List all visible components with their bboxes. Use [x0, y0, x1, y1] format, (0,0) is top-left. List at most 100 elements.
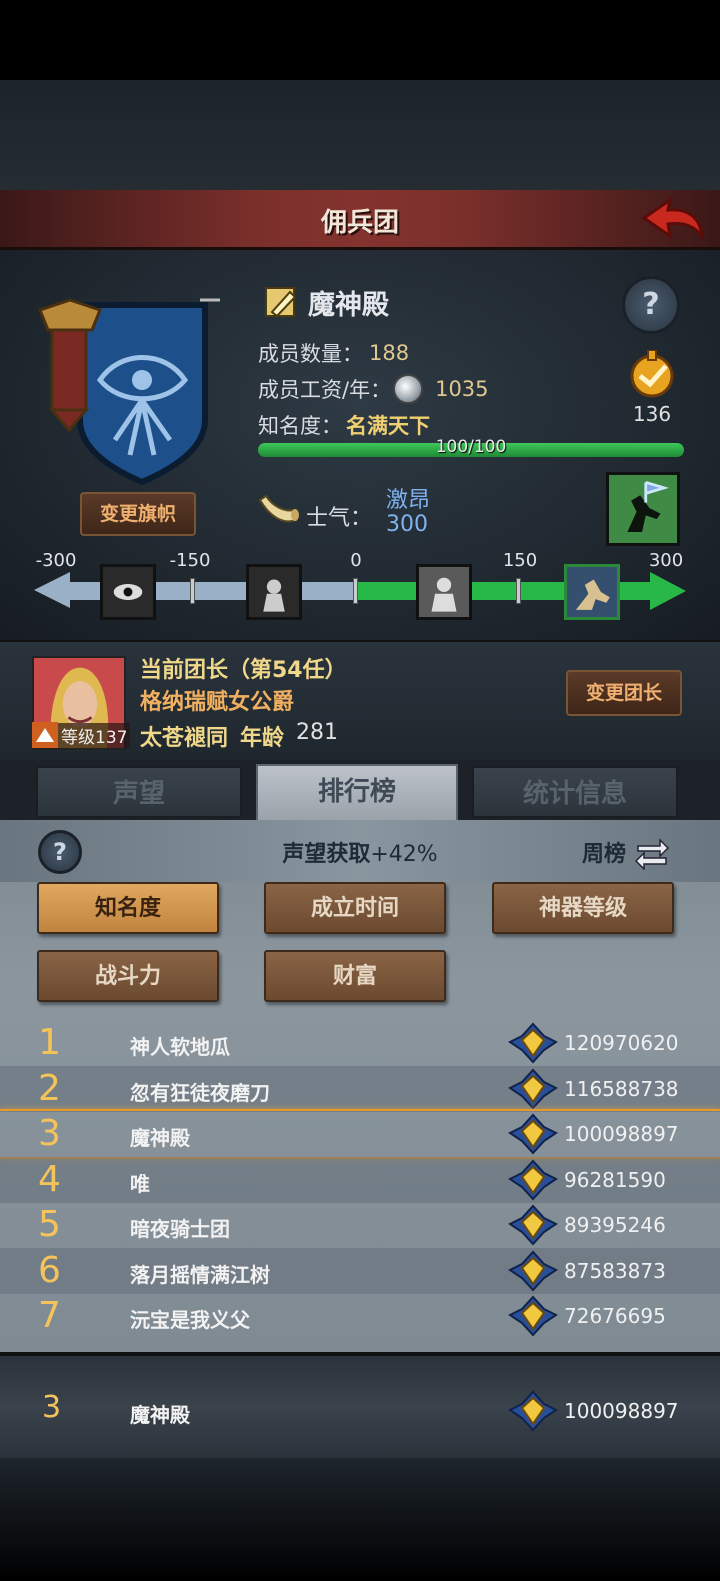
wage-value: 1035: [435, 377, 489, 401]
guild-name-row: 魔神殿: [262, 280, 389, 324]
leader-level: 等级137: [58, 722, 131, 748]
scale-label: 300: [648, 550, 684, 571]
change-flag-button[interactable]: 变更旗帜: [80, 492, 196, 536]
member-count-value: 188: [369, 341, 410, 365]
ranking-info-row: ? 声望获取+42% 周榜: [0, 820, 720, 882]
swap-arrows-icon: [634, 838, 670, 870]
leader-age: 281: [296, 720, 339, 745]
morale-calm-icon[interactable]: [416, 564, 472, 620]
wage-label: 成员工资/年：: [258, 378, 392, 402]
guild-name-cell: 落月摇情满江树: [130, 1262, 270, 1287]
reputation-gain-pct: +42%: [370, 842, 438, 867]
leader-age-label: 年龄: [240, 726, 285, 751]
question-mark-icon: ?: [642, 287, 660, 322]
fame-badge-icon: [508, 1113, 558, 1155]
category-artifact-level-button[interactable]: 神器等级: [492, 882, 674, 934]
rank-number: 2: [38, 1067, 61, 1109]
score-cell: 96281590: [564, 1167, 666, 1192]
fame-level: 名满天下: [346, 414, 430, 438]
leader-title: 当前团长（第54任）: [140, 658, 347, 683]
morale-row: 士气： 激昂 300: [256, 472, 680, 546]
table-row[interactable]: 5 暗夜骑士团 89395246: [0, 1202, 720, 1248]
fame-row: 知名度： 名满天下: [258, 410, 430, 440]
fame-badge-icon: [508, 1204, 558, 1246]
fame-badge-icon: [508, 1250, 558, 1291]
horn-icon: [258, 494, 299, 523]
rank-number: 4: [38, 1158, 61, 1200]
table-row[interactable]: 1 神人软地瓜 120970620: [0, 1020, 720, 1066]
leader-panel: 等级137 当前团长（第54任） 格纳瑞赋女公爵 太苍褪同 年龄 281 变更团…: [0, 640, 720, 760]
edit-name-icon[interactable]: [262, 282, 302, 322]
morale-excited-icon[interactable]: [564, 564, 620, 620]
my-rank-strip: 3 魔神殿 100098897: [0, 1352, 720, 1458]
guild-name: 魔神殿: [308, 289, 389, 321]
fame-progress-text: 100/100: [435, 437, 507, 457]
morale-value: 300: [386, 512, 428, 537]
scale-label: 150: [502, 550, 538, 571]
title-bar: 佣兵团: [0, 190, 720, 250]
guild-name-cell: 唯: [130, 1171, 150, 1196]
table-row[interactable]: 4 唯 96281590: [0, 1156, 720, 1203]
score-cell: 100098897: [564, 1122, 679, 1146]
tab-reputation[interactable]: 声望: [36, 766, 242, 818]
table-row[interactable]: 3 魔神殿 100098897: [0, 1109, 720, 1159]
rank-number: 5: [38, 1204, 61, 1245]
leader-name: 格纳瑞赋女公爵: [140, 690, 295, 715]
category-combat-power-button[interactable]: 战斗力: [37, 950, 219, 1002]
rank-up-icon: [32, 722, 58, 748]
category-wealth-button[interactable]: 财富: [264, 950, 446, 1002]
scale-label: -150: [169, 550, 211, 571]
back-arrow-icon[interactable]: [640, 196, 706, 244]
category-founding-time-button[interactable]: 成立时间: [264, 882, 446, 934]
leader-details: 太苍褪同 年龄 281: [140, 720, 338, 752]
scale-tick: [353, 578, 358, 604]
morale-scale: -300 -150 0 150 300: [0, 550, 720, 640]
fame-badge-icon: [508, 1068, 558, 1109]
morale-state: 激昂: [386, 488, 431, 513]
game-screen: 佣兵团 变更旗帜 魔神殿 ? 成员数量： 188 成员工资/年： 1035 知名…: [0, 0, 720, 1581]
page-title: 佣兵团: [320, 208, 399, 238]
rank-number: 1: [38, 1022, 61, 1063]
morale-charge-icon[interactable]: [606, 472, 680, 546]
score-cell: 116588738: [564, 1076, 679, 1101]
gold-target-icon: [630, 349, 674, 398]
guild-banner-icon: [38, 298, 220, 485]
tab-bar: 声望 排行榜 统计信息: [0, 760, 720, 822]
guild-info-panel: 变更旗帜 魔神殿 ? 成员数量： 188 成员工资/年： 1035 知名度： 名…: [0, 250, 720, 640]
guild-name-cell: 忽有狂徒夜磨刀: [130, 1080, 270, 1105]
table-row[interactable]: 7 沅宝是我义父 72676695: [0, 1293, 720, 1339]
category-fame-button[interactable]: 知名度: [37, 882, 219, 934]
silver-coin-icon: [393, 374, 424, 404]
my-rank-number: 3: [42, 1390, 62, 1425]
reputation-gain-label: 声望获取: [282, 842, 371, 867]
help-button[interactable]: ?: [622, 276, 680, 334]
rank-number: 3: [38, 1113, 61, 1154]
guild-name-cell: 魔神殿: [130, 1126, 190, 1150]
ranking-panel: ? 声望获取+42% 周榜 知名度 成立时间 神器等级 战斗力 财富 1 神人软地…: [0, 820, 720, 1360]
gold-badge[interactable]: 136: [620, 349, 684, 426]
morale-panic-icon[interactable]: [100, 564, 156, 620]
leader-level-tag: 等级137: [32, 720, 131, 750]
scale-label: 0: [350, 550, 362, 571]
scale-tick: [516, 578, 521, 604]
member-count-label: 成员数量：: [258, 342, 363, 366]
guild-name-cell: 神人软地瓜: [130, 1035, 230, 1059]
scale-label: -300: [35, 550, 77, 571]
guild-name-cell: 沅宝是我义父: [130, 1308, 250, 1332]
my-rank-row[interactable]: 3 魔神殿 100098897: [0, 1386, 720, 1436]
leader-bloodline: 太苍褪同: [140, 726, 229, 751]
tab-statistics[interactable]: 统计信息: [472, 766, 678, 818]
my-rank-score: 100098897: [564, 1399, 679, 1423]
fame-label: 知名度：: [258, 414, 342, 438]
score-cell: 120970620: [564, 1031, 679, 1055]
table-row[interactable]: 2 忽有狂徒夜磨刀 116588738: [0, 1065, 720, 1112]
fame-badge-icon: [508, 1022, 558, 1064]
table-row[interactable]: 6 落月摇情满江树 87583873: [0, 1247, 720, 1294]
change-leader-button[interactable]: 变更团长: [566, 670, 682, 716]
morale-fear-icon[interactable]: [246, 564, 302, 620]
rank-number: 6: [38, 1249, 61, 1291]
weekly-toggle[interactable]: 周榜: [582, 834, 670, 870]
wage-row: 成员工资/年： 1035: [258, 374, 489, 404]
guild-name-cell: 暗夜骑士团: [130, 1217, 230, 1241]
tab-ranking[interactable]: 排行榜: [256, 764, 458, 822]
